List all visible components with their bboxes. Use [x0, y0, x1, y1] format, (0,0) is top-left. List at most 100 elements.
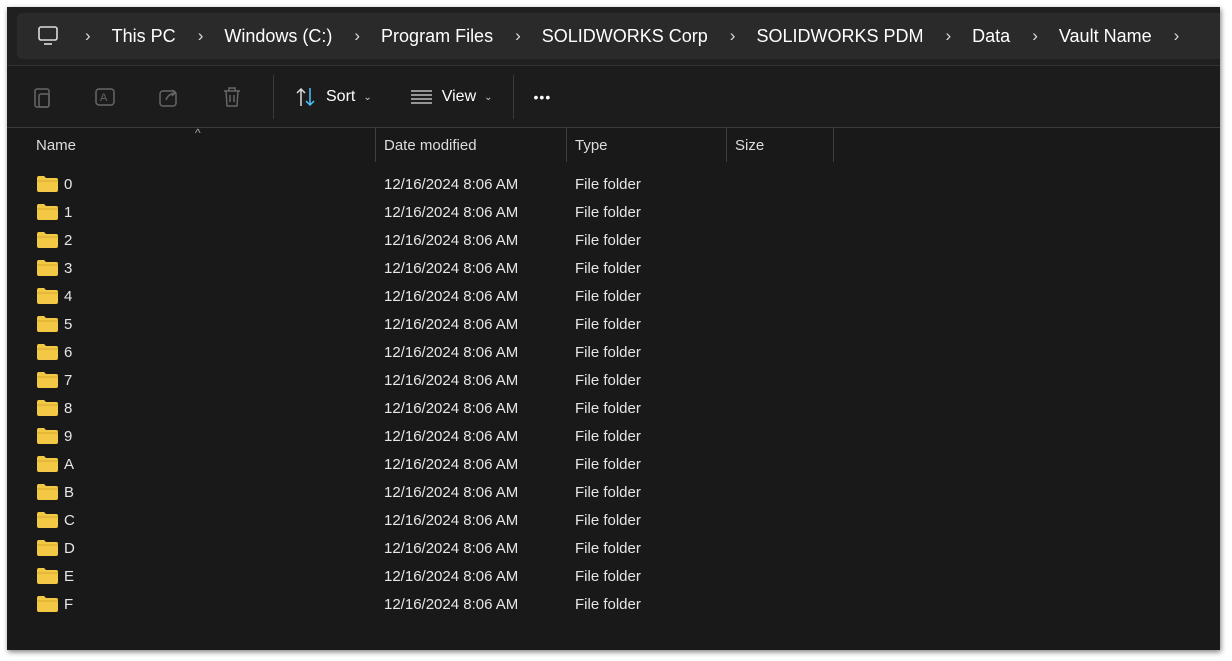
file-date: 12/16/2024 8:06 AM [384, 372, 519, 389]
divider [512, 75, 514, 119]
file-type: File folder [575, 596, 641, 613]
file-name: 2 [64, 232, 73, 249]
file-row[interactable]: 0 12/16/2024 8:06 AM File folder [7, 170, 1220, 198]
file-row[interactable]: 1 12/16/2024 8:06 AM File folder [7, 198, 1220, 226]
share-button[interactable] [137, 77, 200, 117]
breadcrumb-separator-icon[interactable]: › [1174, 26, 1180, 46]
breadcrumb-item[interactable]: Vault Name [1059, 26, 1152, 47]
file-row[interactable]: 2 12/16/2024 8:06 AM File folder [7, 226, 1220, 254]
column-header-type[interactable]: Type [567, 128, 727, 162]
file-type: File folder [575, 316, 641, 333]
file-row[interactable]: D 12/16/2024 8:06 AM File folder [7, 534, 1220, 562]
file-type: File folder [575, 484, 641, 501]
breadcrumb-separator-icon[interactable]: › [198, 26, 204, 46]
file-row[interactable]: 4 12/16/2024 8:06 AM File folder [7, 282, 1220, 310]
file-row[interactable]: E 12/16/2024 8:06 AM File folder [7, 562, 1220, 590]
file-date: 12/16/2024 8:06 AM [384, 596, 519, 613]
file-name: B [64, 484, 75, 501]
file-row[interactable]: 3 12/16/2024 8:06 AM File folder [7, 254, 1220, 282]
folder-icon [37, 540, 58, 556]
column-header-size[interactable]: Size [727, 128, 834, 162]
column-label: Name [36, 136, 77, 154]
file-row[interactable]: 5 12/16/2024 8:06 AM File folder [7, 310, 1220, 338]
rename-icon: A [94, 88, 115, 106]
file-type: File folder [575, 204, 641, 221]
file-row[interactable]: 6 12/16/2024 8:06 AM File folder [7, 338, 1220, 366]
file-row[interactable]: F 12/16/2024 8:06 AM File folder [7, 590, 1220, 618]
breadcrumb-item[interactable]: SOLIDWORKS Corp [542, 26, 708, 47]
column-header-date[interactable]: Date modified [376, 128, 567, 162]
sort-button[interactable]: Sort ⌄ [284, 77, 382, 117]
folder-icon [37, 288, 58, 304]
folder-icon [37, 456, 58, 472]
folder-icon [37, 176, 58, 192]
file-row[interactable]: A 12/16/2024 8:06 AM File folder [7, 450, 1220, 478]
file-date: 12/16/2024 8:06 AM [384, 568, 519, 585]
file-type: File folder [575, 260, 641, 277]
paste-button[interactable] [11, 77, 74, 117]
folder-icon [37, 372, 58, 388]
view-label: View [441, 88, 477, 105]
file-type: File folder [575, 372, 641, 389]
folder-icon [37, 316, 58, 332]
file-name: 8 [64, 400, 73, 417]
breadcrumb-separator-icon[interactable]: › [730, 26, 736, 46]
file-row[interactable]: B 12/16/2024 8:06 AM File folder [7, 478, 1220, 506]
breadcrumb-item[interactable]: Windows (C:) [224, 26, 332, 47]
breadcrumb-separator-icon[interactable]: › [946, 26, 952, 46]
file-date: 12/16/2024 8:06 AM [384, 456, 519, 473]
folder-icon [37, 428, 58, 444]
rename-button[interactable]: A [74, 77, 137, 117]
file-row[interactable]: C 12/16/2024 8:06 AM File folder [7, 506, 1220, 534]
file-name: 1 [64, 204, 73, 221]
file-row[interactable]: 9 12/16/2024 8:06 AM File folder [7, 422, 1220, 450]
delete-button[interactable] [200, 77, 263, 117]
file-name: E [64, 568, 75, 585]
file-date: 12/16/2024 8:06 AM [384, 540, 519, 557]
breadcrumb-separator-icon[interactable]: › [515, 26, 521, 46]
file-name: D [64, 540, 75, 557]
column-header-name[interactable]: Name [28, 128, 376, 162]
file-name: 7 [64, 372, 73, 389]
file-row[interactable]: 8 12/16/2024 8:06 AM File folder [7, 394, 1220, 422]
file-date: 12/16/2024 8:06 AM [384, 512, 519, 529]
folder-icon [37, 596, 58, 612]
chevron-down-icon: ⌄ [484, 91, 493, 103]
view-button[interactable]: View ⌄ [400, 77, 503, 117]
breadcrumb-item[interactable]: Program Files [381, 26, 493, 47]
folder-icon [37, 484, 58, 500]
file-list: 0 12/16/2024 8:06 AM File folder 1 12/16… [7, 170, 1220, 618]
column-headers: ^ Name Date modified Type Size [7, 126, 1220, 166]
column-label: Size [735, 136, 765, 154]
file-type: File folder [575, 344, 641, 361]
file-name: 9 [64, 428, 73, 445]
breadcrumb-item[interactable]: SOLIDWORKS PDM [756, 26, 923, 47]
file-type: File folder [575, 568, 641, 585]
file-date: 12/16/2024 8:06 AM [384, 176, 519, 193]
file-type: File folder [575, 232, 641, 249]
computer-icon[interactable] [37, 25, 59, 47]
breadcrumb-separator-icon[interactable]: › [85, 26, 91, 46]
file-type: File folder [575, 176, 641, 193]
file-date: 12/16/2024 8:06 AM [384, 288, 519, 305]
command-bar: A Sort ⌄ View ⌄ ••• [7, 67, 1220, 128]
file-row[interactable]: 7 12/16/2024 8:06 AM File folder [7, 366, 1220, 394]
file-name: 0 [64, 176, 73, 193]
file-type: File folder [575, 540, 641, 557]
breadcrumb-separator-icon[interactable]: › [1032, 26, 1038, 46]
breadcrumb-item[interactable]: Data [972, 26, 1010, 47]
file-name: 3 [64, 260, 73, 277]
file-name: F [64, 596, 74, 613]
breadcrumb[interactable]: › This PC › Windows (C:) › Program Files › SOLI… [17, 13, 1220, 59]
sort-icon [296, 87, 315, 107]
breadcrumb-separator-icon[interactable]: › [354, 26, 360, 46]
file-type: File folder [575, 512, 641, 529]
file-date: 12/16/2024 8:06 AM [384, 232, 519, 249]
more-options-button[interactable]: ••• [524, 77, 562, 117]
more-icon: ••• [533, 89, 552, 105]
clipboard-icon [33, 88, 50, 108]
breadcrumb-item[interactable]: This PC [112, 26, 176, 47]
file-name: C [64, 512, 75, 529]
folder-icon [37, 568, 58, 584]
column-label: Type [575, 136, 608, 154]
